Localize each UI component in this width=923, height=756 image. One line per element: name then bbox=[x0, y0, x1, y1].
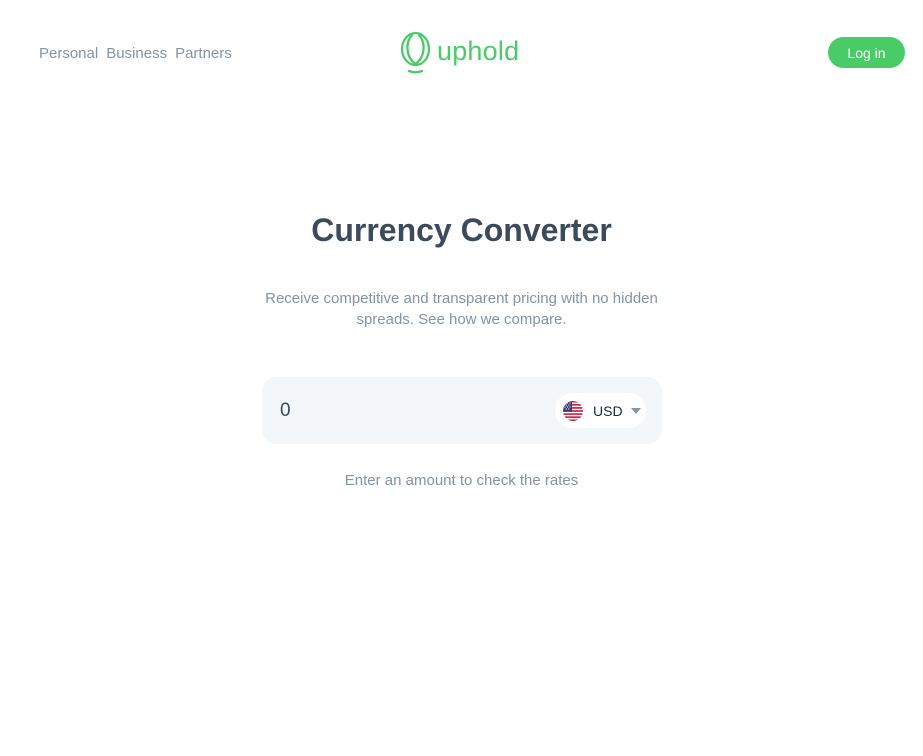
converter-hint: Enter an amount to check the rates bbox=[344, 472, 579, 489]
uphold-logo[interactable]: uphold bbox=[400, 31, 519, 74]
logo-wordmark: uphold bbox=[437, 35, 520, 66]
main-nav: Personal Business Partners bbox=[39, 44, 232, 63]
currency-code: USD bbox=[593, 402, 623, 419]
page-title: Currency Converter bbox=[311, 212, 612, 248]
caret-down-icon bbox=[630, 407, 641, 414]
nav-link-partners[interactable]: Partners bbox=[175, 44, 232, 63]
site-header: Personal Business Partners uphold Log in bbox=[0, 0, 923, 100]
converter-box: USD bbox=[262, 377, 662, 444]
uphold-logo-icon bbox=[400, 31, 431, 74]
nav-link-personal[interactable]: Personal bbox=[39, 44, 98, 63]
page-subtitle: Receive competitive and transparent pric… bbox=[265, 290, 658, 328]
nav-link-business[interactable]: Business bbox=[106, 44, 167, 63]
login-button[interactable]: Log in bbox=[828, 37, 905, 68]
us-flag-icon bbox=[563, 400, 583, 421]
amount-input[interactable] bbox=[280, 398, 530, 424]
currency-dropdown[interactable]: USD bbox=[555, 393, 646, 428]
